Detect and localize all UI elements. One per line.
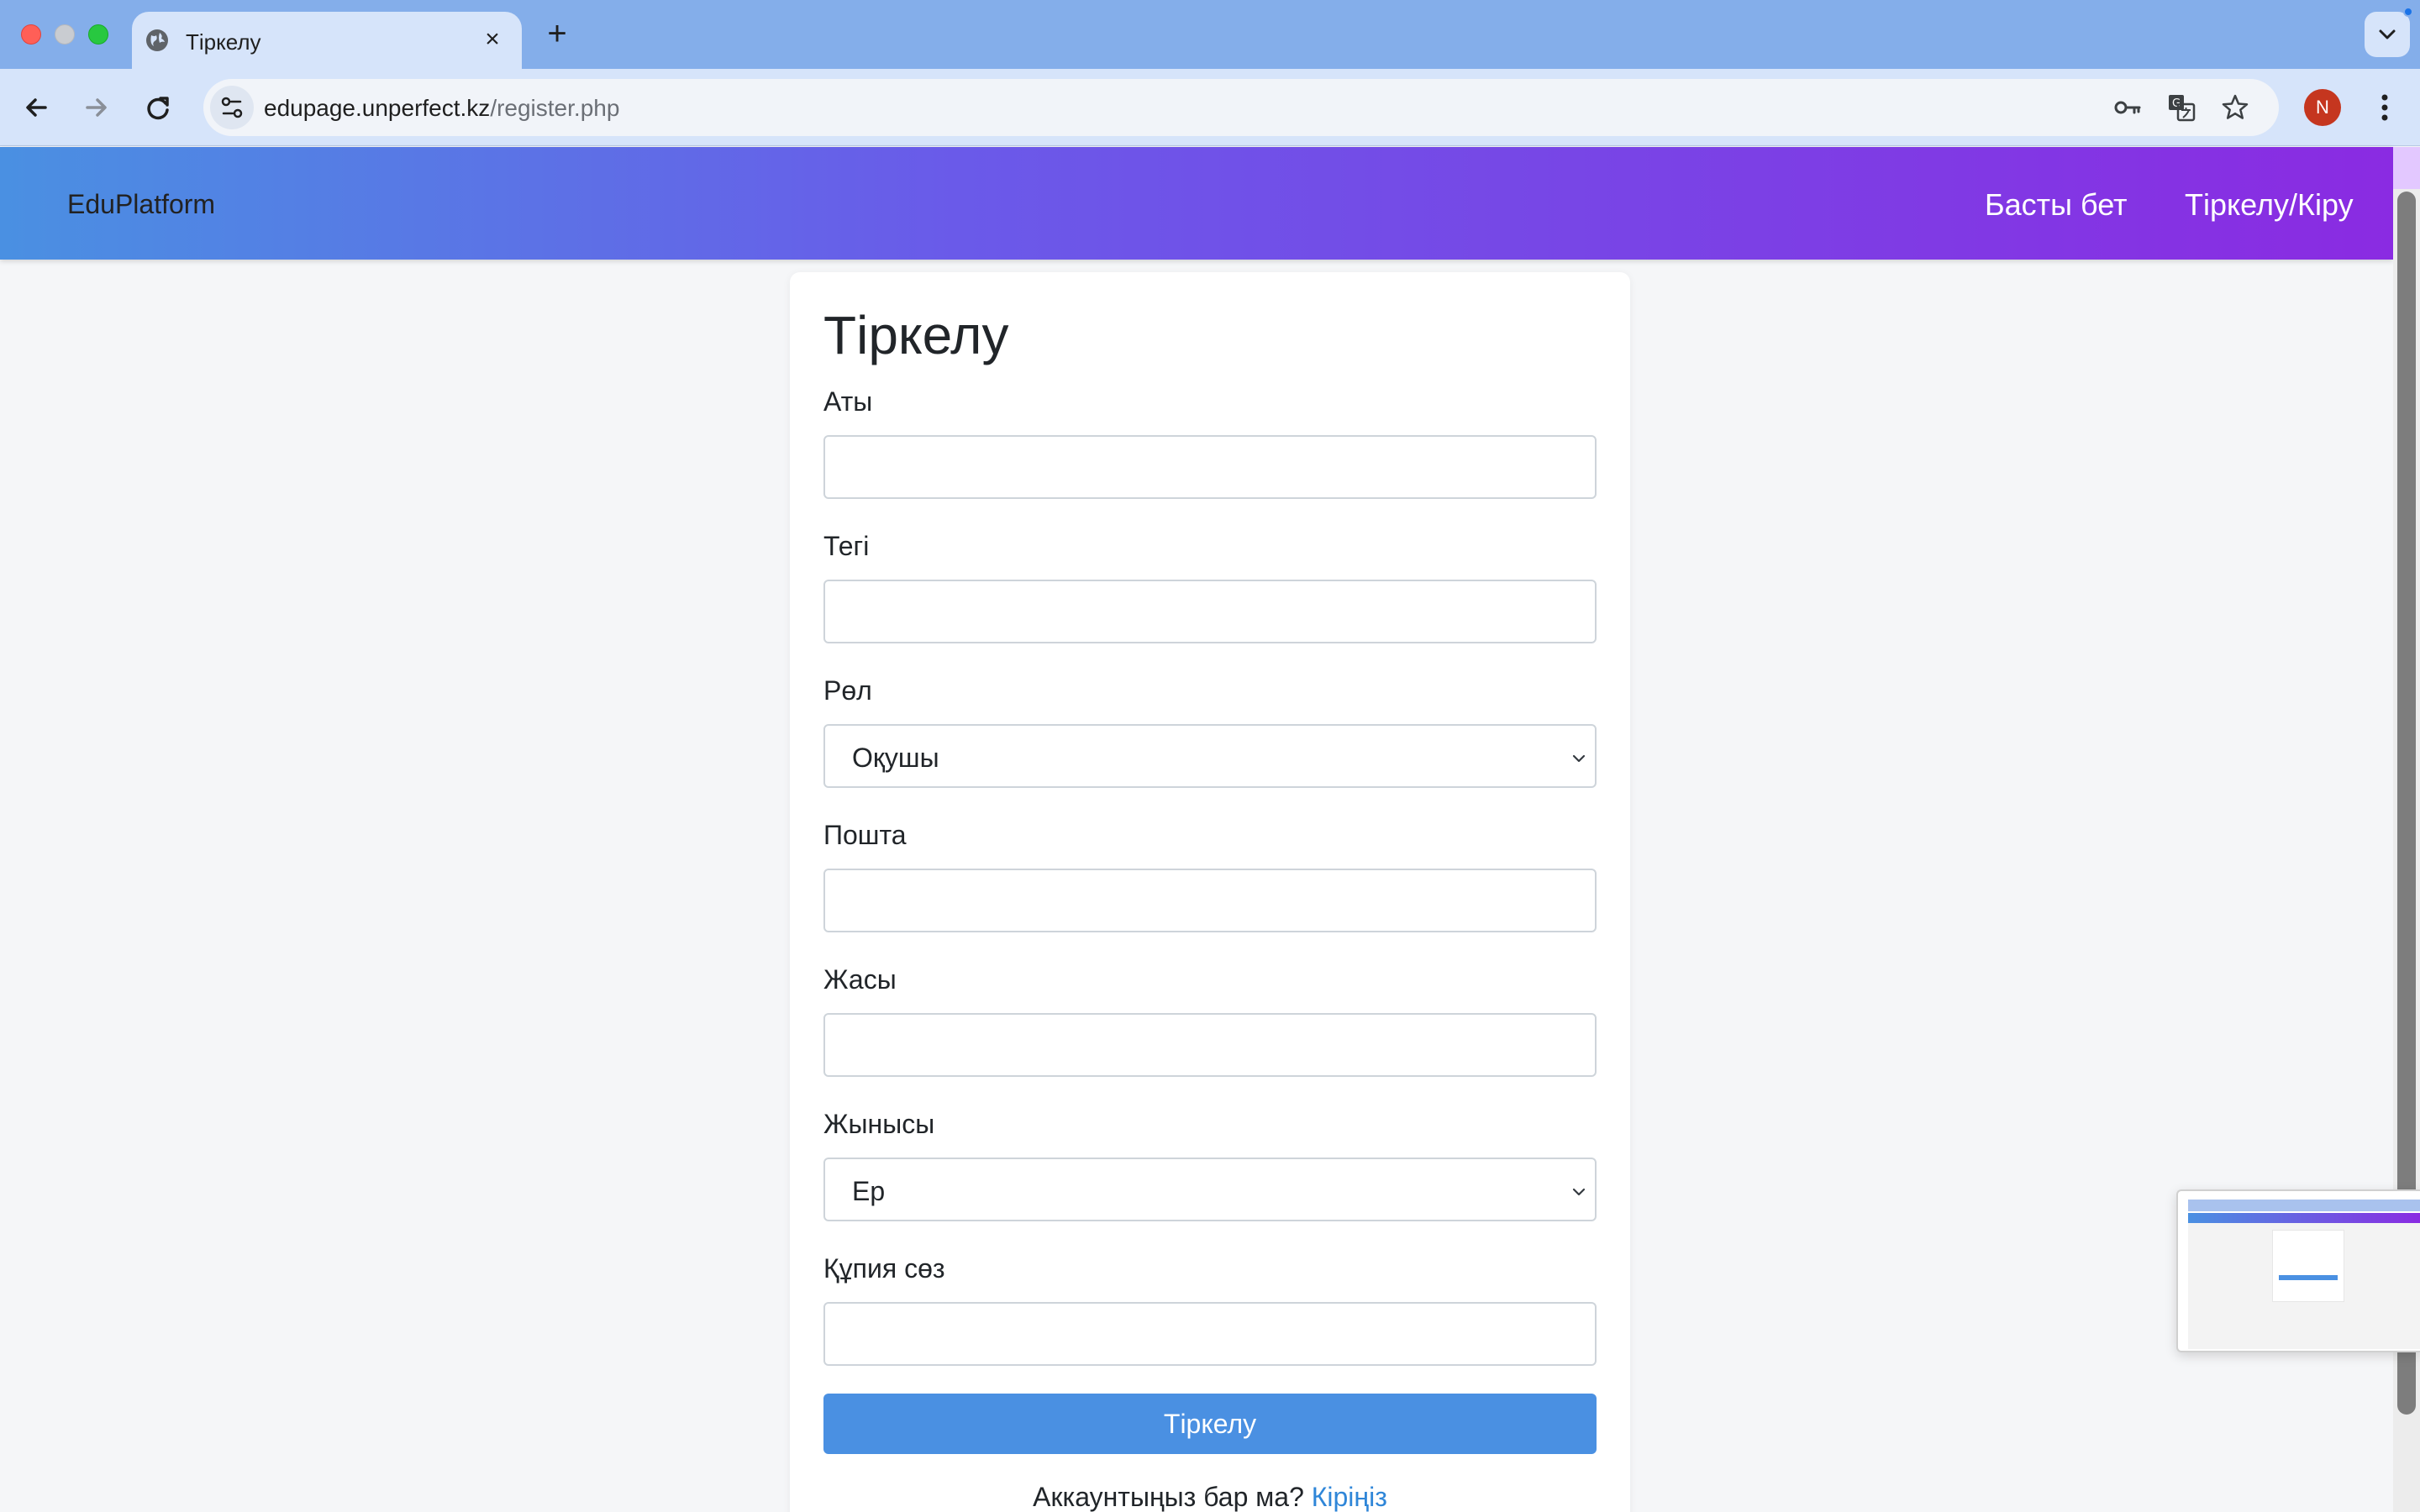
browser-tab-strip: Тіркелу × + — [0, 0, 2420, 69]
plus-icon[interactable]: + — [539, 17, 575, 52]
site-navbar: EduPlatform Басты бет Тіркелу/Кіру — [0, 147, 2393, 260]
window-thumbnail-preview[interactable] — [2176, 1189, 2420, 1352]
notification-dot — [2403, 7, 2413, 17]
email-label: Пошта — [823, 820, 907, 850]
thumbnail-navbar — [2188, 1213, 2420, 1223]
forward-icon[interactable] — [76, 87, 116, 128]
login-prompt: Аккаунтыңыз бар ма? Кіріңіз — [790, 1482, 1630, 1512]
last-name-input[interactable] — [823, 580, 1597, 643]
chevron-down-icon — [1572, 1188, 1586, 1196]
first-name-label: Аты — [823, 386, 873, 417]
tab-title: Тіркелу — [186, 29, 261, 55]
brand-logo[interactable]: EduPlatform — [67, 189, 215, 220]
tab-search-button[interactable] — [2365, 12, 2410, 57]
thumbnail-button — [2279, 1275, 2338, 1280]
window-maximize-button[interactable] — [88, 24, 108, 45]
last-name-label: Тегі — [823, 531, 870, 561]
first-name-input[interactable] — [823, 435, 1597, 499]
page-title: Тіркелу — [823, 305, 1009, 365]
kebab-menu-icon[interactable] — [2368, 89, 2402, 126]
nav-link-home[interactable]: Басты бет — [1985, 187, 2128, 223]
window-close-button[interactable] — [21, 24, 41, 45]
url-path: /register.php — [490, 95, 620, 121]
age-label: Жасы — [823, 964, 897, 995]
reload-icon[interactable] — [138, 87, 178, 128]
star-icon[interactable] — [2220, 92, 2250, 123]
registration-card: Тіркелу Аты Тегі Рөл Оқушы Пошта Жасы Жы… — [790, 272, 1630, 1512]
chevron-down-icon — [1572, 754, 1586, 763]
email-field[interactable] — [823, 869, 1597, 932]
password-label: Құпия сөз — [823, 1253, 945, 1284]
gender-label: Жынысы — [823, 1109, 935, 1139]
globe-icon — [146, 29, 168, 51]
chevron-down-icon — [2379, 29, 2396, 39]
login-prompt-text: Аккаунтыңыз бар ма? — [1033, 1482, 1304, 1512]
url-text: edupage.unperfect.kz/register.php — [264, 95, 619, 122]
register-button[interactable]: Тіркелу — [823, 1394, 1597, 1454]
thumbnail-tabbar — [2188, 1200, 2420, 1211]
thumbnail-card — [2272, 1230, 2344, 1302]
scrollbar-top-segment — [2393, 147, 2420, 189]
close-icon[interactable]: × — [478, 25, 507, 54]
login-link[interactable]: Кіріңіз — [1312, 1482, 1387, 1512]
gender-select[interactable]: Ер — [823, 1158, 1597, 1221]
address-bar[interactable]: edupage.unperfect.kz/register.php G — [203, 79, 2279, 136]
site-settings-icon[interactable] — [210, 86, 254, 129]
key-icon[interactable] — [2112, 92, 2143, 123]
nav-link-register-login[interactable]: Тіркелу/Кіру — [2185, 187, 2354, 223]
window-minimize-button[interactable] — [55, 24, 75, 45]
gender-selected-value: Ер — [852, 1176, 886, 1206]
translate-icon[interactable]: G — [2166, 92, 2196, 123]
role-selected-value: Оқушы — [852, 743, 939, 773]
role-label: Рөл — [823, 675, 872, 706]
profile-avatar[interactable]: N — [2304, 89, 2341, 126]
age-input[interactable] — [823, 1013, 1597, 1077]
url-host: edupage.unperfect.kz — [264, 95, 491, 121]
password-input[interactable] — [823, 1302, 1597, 1366]
browser-toolbar: edupage.unperfect.kz/register.php G N — [0, 69, 2420, 146]
browser-tab-active[interactable]: Тіркелу × — [132, 12, 522, 69]
role-select[interactable]: Оқушы — [823, 724, 1597, 788]
back-icon[interactable] — [17, 87, 57, 128]
